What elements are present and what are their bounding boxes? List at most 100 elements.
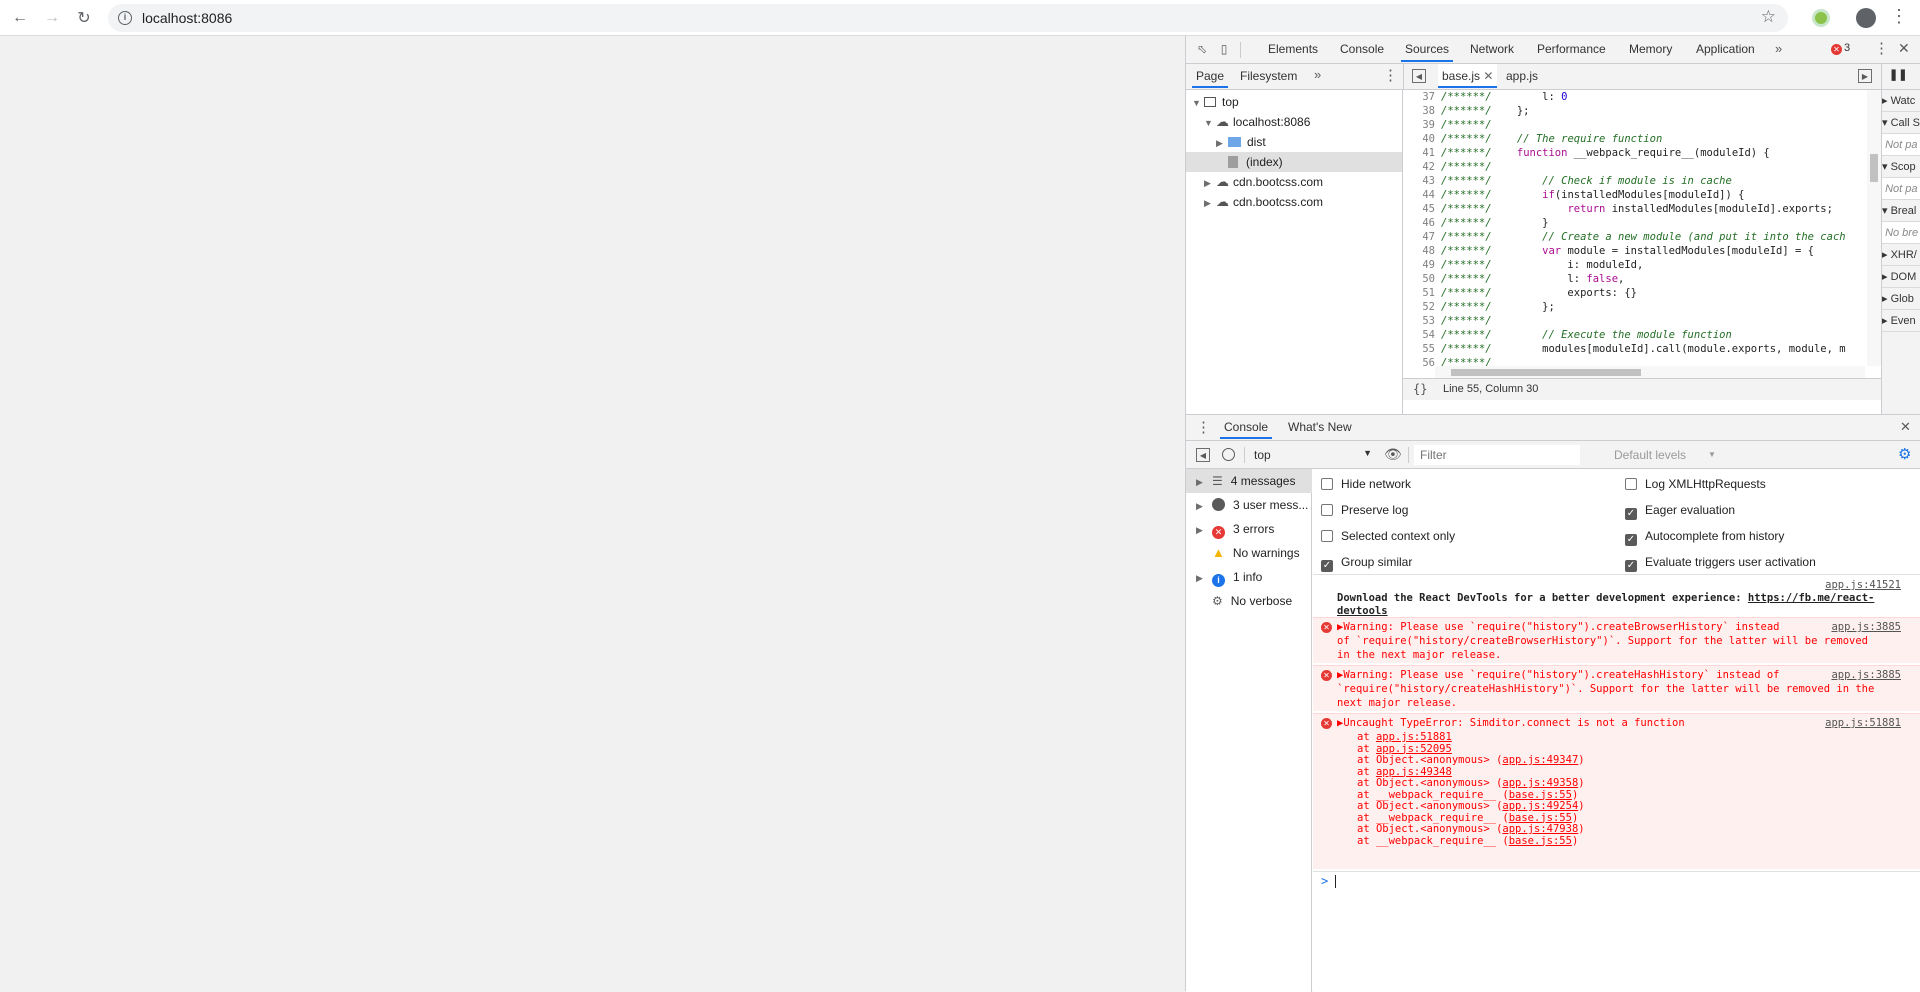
- source-link[interactable]: app.js:3885: [1831, 621, 1901, 633]
- sidebar-warnings[interactable]: ▲ No warnings: [1186, 541, 1312, 565]
- line-number[interactable]: 52: [1403, 301, 1435, 313]
- tab-sources[interactable]: Sources: [1401, 36, 1454, 62]
- dropdown-arrow-icon[interactable]: ▼: [1363, 448, 1372, 458]
- option-eager-eval[interactable]: ✓ Eager evaluation: [1625, 499, 1735, 521]
- devtools-menu-icon[interactable]: ⋮: [1874, 39, 1889, 57]
- address-bar[interactable]: i localhost:8086 ☆: [108, 4, 1788, 32]
- scroll-thumb[interactable]: [1870, 154, 1878, 182]
- tab-memory[interactable]: Memory: [1625, 36, 1676, 62]
- console-filter-input[interactable]: [1414, 445, 1580, 465]
- code-area[interactable]: 37 38 39 40 41 42 43 44 45 46 47 48 49 50 51 52 53 54 55 56…: [1403, 90, 1865, 366]
- sidebar-errors[interactable]: ▶ ✕ 3 errors: [1186, 517, 1312, 541]
- clear-console-icon[interactable]: [1222, 448, 1235, 461]
- expand-icon[interactable]: ▼: [1192, 93, 1202, 113]
- option-autocomplete[interactable]: ✓ Autocomplete from history: [1625, 525, 1784, 547]
- nav-tab-page[interactable]: Page: [1192, 64, 1229, 88]
- nav-tab-filesystem[interactable]: Filesystem: [1236, 64, 1301, 88]
- code-editor[interactable]: 37 38 39 40 41 42 43 44 45 46 47 48 49 50 51 52 53 54 55 56…: [1403, 90, 1881, 434]
- browser-menu-icon[interactable]: ⋮: [1890, 6, 1908, 26]
- reload-icon[interactable]: ↻: [72, 6, 96, 30]
- option-log-xhr[interactable]: Log XMLHttpRequests: [1625, 473, 1766, 495]
- checkbox[interactable]: [1321, 504, 1333, 516]
- sidebar-all-messages[interactable]: ▶ ☰ 4 messages: [1186, 469, 1312, 493]
- tree-item-index[interactable]: (index): [1186, 152, 1402, 172]
- line-number[interactable]: 49: [1403, 259, 1435, 271]
- stack-frame-link[interactable]: app.js:49358: [1502, 777, 1578, 789]
- section-event[interactable]: ▸ Even: [1882, 310, 1920, 332]
- scroll-thumb[interactable]: [1451, 369, 1641, 376]
- option-evaluate-triggers[interactable]: ✓ Evaluate triggers user activation: [1625, 551, 1816, 573]
- extension-icon[interactable]: [1812, 9, 1830, 27]
- tree-item-cdn-2[interactable]: ▶ ☁ cdn.bootcss.com: [1204, 192, 1323, 212]
- file-tab-app-js[interactable]: app.js: [1502, 64, 1542, 88]
- line-number[interactable]: 56: [1403, 357, 1435, 366]
- section-watch[interactable]: ▸ Watc: [1882, 90, 1920, 112]
- line-number[interactable]: 54: [1403, 329, 1435, 341]
- checkbox-checked[interactable]: ✓: [1625, 534, 1637, 546]
- tab-performance[interactable]: Performance: [1533, 36, 1610, 62]
- collapse-icon[interactable]: ▶: [1204, 173, 1214, 193]
- stack-frame-link[interactable]: app.js:52095: [1376, 743, 1452, 755]
- console-message-uncaught-error[interactable]: ✕ app.js:51881 ▶Uncaught TypeError: Simd…: [1313, 713, 1920, 869]
- option-preserve-log[interactable]: Preserve log: [1321, 499, 1408, 521]
- line-number[interactable]: 45: [1403, 203, 1435, 215]
- error-count[interactable]: 3: [1844, 42, 1850, 54]
- tab-elements[interactable]: Elements: [1264, 36, 1322, 62]
- option-hide-network[interactable]: Hide network: [1321, 473, 1411, 495]
- profile-avatar-icon[interactable]: [1856, 8, 1876, 28]
- back-icon[interactable]: ←: [8, 6, 32, 30]
- line-number[interactable]: 42: [1403, 161, 1435, 173]
- tab-application[interactable]: Application: [1692, 36, 1759, 62]
- line-number[interactable]: 43: [1403, 175, 1435, 187]
- checkbox-checked[interactable]: ✓: [1321, 560, 1333, 572]
- stack-frame-link[interactable]: app.js:49254: [1502, 800, 1578, 812]
- pretty-print-icon[interactable]: {}: [1413, 382, 1427, 396]
- line-number[interactable]: 47: [1403, 231, 1435, 243]
- checkbox[interactable]: [1321, 478, 1333, 490]
- sidebar-user-messages[interactable]: ▶ 3 user mess...: [1186, 493, 1312, 517]
- line-number[interactable]: 55: [1403, 343, 1435, 355]
- tree-item-dist[interactable]: ▶ dist: [1216, 132, 1266, 152]
- stack-frame-link[interactable]: app.js:49347: [1502, 754, 1578, 766]
- stack-frame-link[interactable]: base.js:55: [1509, 835, 1572, 847]
- section-dom[interactable]: ▸ DOM: [1882, 266, 1920, 288]
- drawer-tab-whats-new[interactable]: What's New: [1284, 415, 1356, 439]
- line-number[interactable]: 39: [1403, 119, 1435, 131]
- forward-icon[interactable]: →: [40, 6, 64, 30]
- line-number[interactable]: 51: [1403, 287, 1435, 299]
- source-link[interactable]: app.js:51881: [1825, 717, 1901, 729]
- line-number[interactable]: 41: [1403, 147, 1435, 159]
- section-global[interactable]: ▸ Glob: [1882, 288, 1920, 310]
- sidebar-info[interactable]: ▶ i 1 info: [1186, 565, 1312, 589]
- line-number[interactable]: 50: [1403, 273, 1435, 285]
- tree-item-localhost[interactable]: ▼ ☁ localhost:8086: [1204, 112, 1310, 132]
- pause-icon[interactable]: ❚❚: [1889, 68, 1907, 81]
- more-tabs-icon[interactable]: »: [1775, 41, 1782, 56]
- device-toolbar-icon[interactable]: ▯: [1216, 41, 1232, 57]
- line-number[interactable]: 44: [1403, 189, 1435, 201]
- nav-menu-icon[interactable]: ⋮: [1383, 66, 1398, 84]
- checkbox-checked[interactable]: ✓: [1625, 560, 1637, 572]
- horizontal-scrollbar[interactable]: [1435, 366, 1865, 378]
- source-link[interactable]: app.js:41521: [1825, 579, 1901, 591]
- toggle-debugger-icon[interactable]: ▶: [1858, 69, 1872, 83]
- more-nav-tabs-icon[interactable]: »: [1314, 67, 1321, 82]
- close-drawer-icon[interactable]: ✕: [1900, 419, 1911, 435]
- checkbox[interactable]: [1321, 530, 1333, 542]
- live-expression-eye-icon[interactable]: 👁: [1384, 446, 1402, 463]
- collapse-icon[interactable]: ▶: [1216, 133, 1226, 153]
- react-devtools-link-cont[interactable]: devtools: [1337, 605, 1388, 617]
- collapse-icon[interactable]: ▶: [1204, 193, 1214, 213]
- line-number[interactable]: 37: [1403, 91, 1435, 103]
- toggle-sidebar-icon[interactable]: ◀: [1196, 448, 1210, 462]
- vertical-scrollbar[interactable]: [1867, 90, 1881, 366]
- console-settings-gear-icon[interactable]: ⚙: [1898, 445, 1911, 463]
- line-number[interactable]: 38: [1403, 105, 1435, 117]
- stack-frame-link[interactable]: base.js:55: [1509, 789, 1572, 801]
- console-prompt[interactable]: >: [1313, 871, 1920, 891]
- context-selector[interactable]: top ▼: [1248, 445, 1376, 465]
- section-scope[interactable]: ▾ Scop: [1882, 156, 1920, 178]
- react-devtools-link[interactable]: https://fb.me/react-: [1748, 592, 1874, 604]
- option-group-similar[interactable]: ✓ Group similar: [1321, 551, 1412, 573]
- log-levels-dropdown[interactable]: Default levels: [1614, 448, 1686, 462]
